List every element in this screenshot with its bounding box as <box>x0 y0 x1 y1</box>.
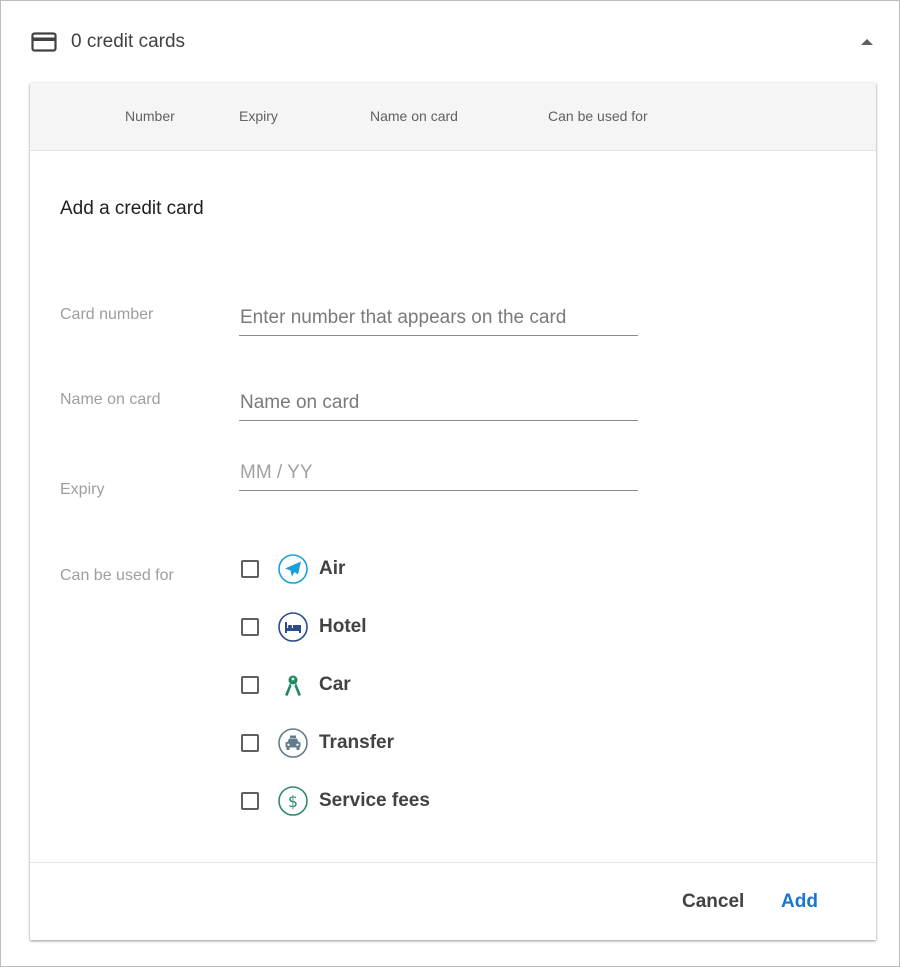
name-on-card-input[interactable] <box>239 386 638 421</box>
expiry-input[interactable] <box>239 456 638 491</box>
hotel-checkbox[interactable] <box>241 618 259 636</box>
expiry-label: Expiry <box>60 481 105 498</box>
bed-icon <box>277 611 309 643</box>
column-header-number: Number <box>125 108 175 124</box>
taxi-icon <box>277 727 309 759</box>
car-checkbox[interactable] <box>241 676 259 694</box>
add-card-form-title: Add a credit card <box>60 198 204 219</box>
column-header-expiry: Expiry <box>239 108 278 124</box>
transfer-checkbox[interactable] <box>241 734 259 752</box>
column-header-can-be-used-for: Can be used for <box>548 108 648 124</box>
service-fees-label: Service fees <box>319 790 430 811</box>
section-header[interactable]: 0 credit cards <box>31 27 876 57</box>
service-fees-checkbox[interactable] <box>241 792 259 810</box>
can-be-used-for-label: Can be used for <box>60 567 174 584</box>
transfer-label: Transfer <box>319 732 394 753</box>
card-number-label: Card number <box>60 306 154 323</box>
section-title: 0 credit cards <box>71 31 186 52</box>
add-button[interactable]: Add <box>781 891 818 913</box>
svg-text:$: $ <box>288 792 298 811</box>
credit-card-icon <box>31 31 57 53</box>
usage-option-service-fees[interactable]: $ Service fees <box>239 785 430 817</box>
credit-cards-section: 0 credit cards Number Expiry Name on car… <box>0 0 900 967</box>
hotel-label: Hotel <box>319 616 367 637</box>
caret-up-icon <box>861 39 873 45</box>
usage-option-transfer[interactable]: Transfer <box>239 727 394 759</box>
air-label: Air <box>319 558 346 579</box>
name-on-card-label: Name on card <box>60 391 161 408</box>
form-footer: Cancel Add <box>30 862 876 941</box>
column-header-name-on-card: Name on card <box>370 108 458 124</box>
usage-option-hotel[interactable]: Hotel <box>239 611 367 643</box>
airplane-icon <box>277 553 309 585</box>
cancel-button[interactable]: Cancel <box>682 891 744 913</box>
car-keys-icon <box>277 669 309 701</box>
credit-card-panel: Number Expiry Name on card Can be used f… <box>30 83 876 940</box>
card-number-input[interactable] <box>239 301 638 336</box>
table-header: Number Expiry Name on card Can be used f… <box>30 83 876 151</box>
usage-option-air[interactable]: Air <box>239 553 345 585</box>
dollar-icon: $ <box>277 785 309 817</box>
car-label: Car <box>319 674 351 695</box>
air-checkbox[interactable] <box>241 560 259 578</box>
usage-option-car[interactable]: Car <box>239 669 351 701</box>
collapse-button[interactable] <box>858 34 876 50</box>
